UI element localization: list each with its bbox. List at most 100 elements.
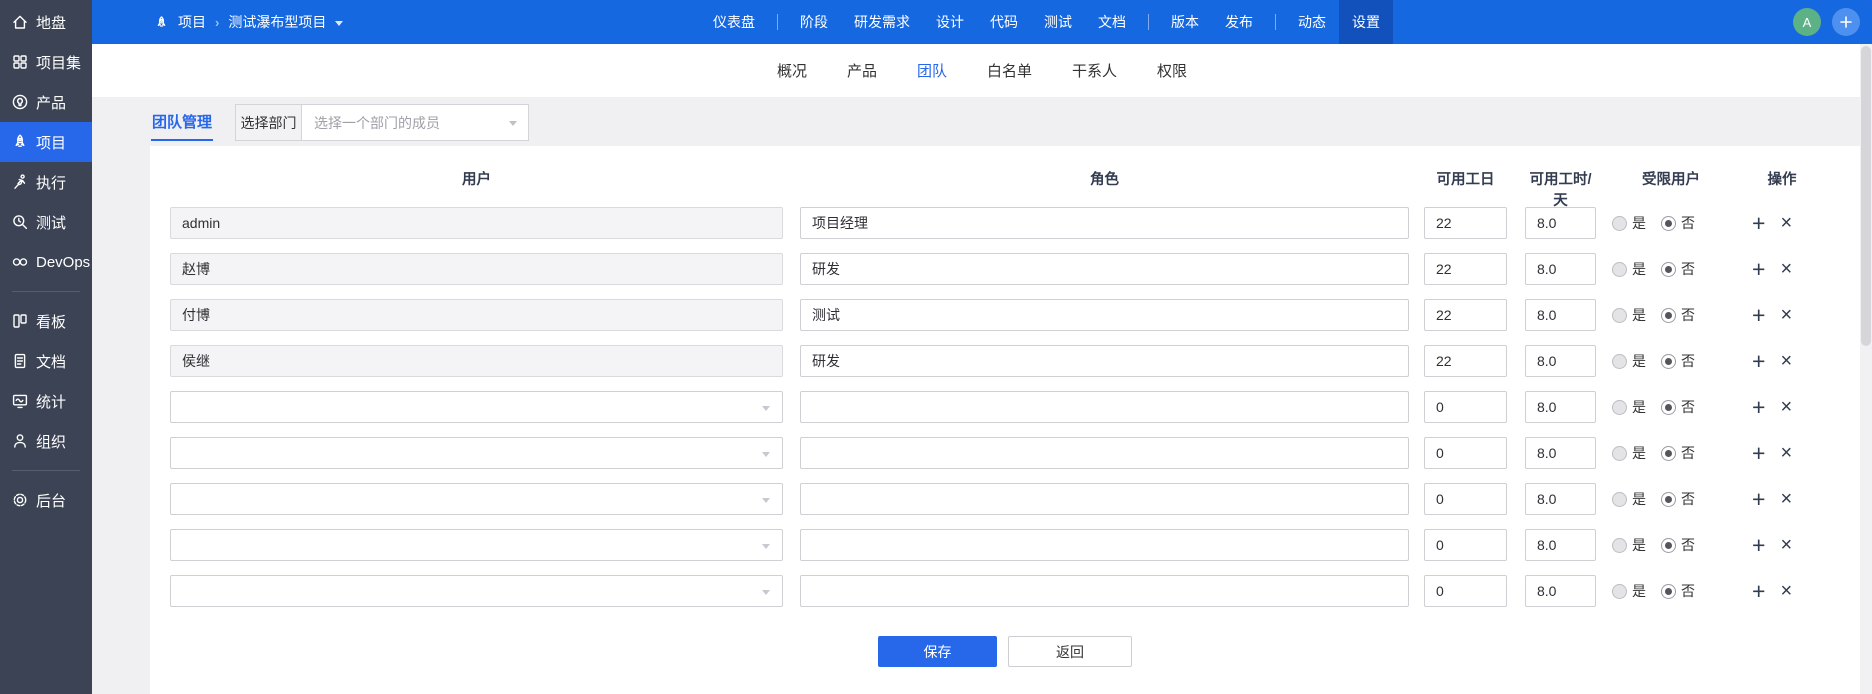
limited-no-radio[interactable]: 否: [1661, 443, 1695, 463]
topbar-menu-item[interactable]: 设置: [1339, 0, 1393, 44]
limited-no-radio[interactable]: 否: [1661, 305, 1695, 325]
subnav-item[interactable]: 干系人: [1072, 60, 1117, 81]
topbar-menu-item[interactable]: 发布: [1212, 0, 1266, 44]
sidebar-item-kanban[interactable]: 看板: [0, 301, 92, 341]
limited-no-radio[interactable]: 否: [1661, 397, 1695, 417]
user-select[interactable]: [170, 391, 783, 423]
topbar-menu-item[interactable]: 文档: [1085, 0, 1139, 44]
remove-row-icon[interactable]: ×: [1780, 259, 1792, 279]
workdays-input[interactable]: [1424, 299, 1507, 331]
user-input[interactable]: [170, 345, 783, 377]
remove-row-icon[interactable]: ×: [1780, 489, 1792, 509]
subnav-item[interactable]: 产品: [847, 60, 877, 81]
create-button[interactable]: [1832, 8, 1860, 36]
sidebar-item-org[interactable]: 组织: [0, 421, 92, 461]
remove-row-icon[interactable]: ×: [1780, 581, 1792, 601]
user-select[interactable]: [170, 483, 783, 515]
workhours-input[interactable]: [1525, 345, 1596, 377]
add-row-icon[interactable]: +: [1752, 488, 1765, 511]
workdays-input[interactable]: [1424, 437, 1507, 469]
workdays-input[interactable]: [1424, 529, 1507, 561]
sidebar-item-product[interactable]: 产品: [0, 82, 92, 122]
breadcrumb-section[interactable]: 项目: [178, 12, 206, 32]
workdays-input[interactable]: [1424, 391, 1507, 423]
user-select[interactable]: [170, 437, 783, 469]
subnav-item[interactable]: 团队: [917, 60, 947, 81]
workhours-input[interactable]: [1525, 437, 1596, 469]
sidebar-item-admin[interactable]: 后台: [0, 480, 92, 520]
remove-row-icon[interactable]: ×: [1780, 443, 1792, 463]
sidebar-item-program[interactable]: 项目集: [0, 42, 92, 82]
sidebar-item-project[interactable]: 项目: [0, 122, 92, 162]
limited-yes-radio[interactable]: 是: [1612, 305, 1646, 325]
workhours-input[interactable]: [1525, 529, 1596, 561]
add-row-icon[interactable]: +: [1752, 212, 1765, 235]
limited-yes-radio[interactable]: 是: [1612, 443, 1646, 463]
topbar-menu-item[interactable]: 阶段: [787, 0, 841, 44]
workhours-input[interactable]: [1525, 483, 1596, 515]
user-select[interactable]: [170, 529, 783, 561]
workdays-input[interactable]: [1424, 575, 1507, 607]
limited-no-radio[interactable]: 否: [1661, 351, 1695, 371]
workdays-input[interactable]: [1424, 483, 1507, 515]
topbar-menu-item[interactable]: 版本: [1158, 0, 1212, 44]
limited-no-radio[interactable]: 否: [1661, 213, 1695, 233]
limited-yes-radio[interactable]: 是: [1612, 397, 1646, 417]
topbar-menu-item[interactable]: 设计: [923, 0, 977, 44]
back-button[interactable]: 返回: [1008, 636, 1132, 667]
topbar-menu-item[interactable]: 代码: [977, 0, 1031, 44]
role-input[interactable]: [800, 437, 1409, 469]
topbar-menu-item[interactable]: 动态: [1285, 0, 1339, 44]
sidebar-item-qa[interactable]: 测试: [0, 202, 92, 242]
role-input[interactable]: [800, 345, 1409, 377]
add-row-icon[interactable]: +: [1752, 396, 1765, 419]
limited-no-radio[interactable]: 否: [1661, 259, 1695, 279]
sidebar-item-doc[interactable]: 文档: [0, 341, 92, 381]
role-input[interactable]: [800, 207, 1409, 239]
limited-yes-radio[interactable]: 是: [1612, 581, 1646, 601]
sidebar-item-execution[interactable]: 执行: [0, 162, 92, 202]
workdays-input[interactable]: [1424, 345, 1507, 377]
remove-row-icon[interactable]: ×: [1780, 305, 1792, 325]
add-row-icon[interactable]: +: [1752, 534, 1765, 557]
breadcrumb-project[interactable]: 测试瀑布型项目: [228, 12, 326, 32]
role-input[interactable]: [800, 483, 1409, 515]
subnav-item[interactable]: 概况: [777, 60, 807, 81]
user-input[interactable]: [170, 299, 783, 331]
workdays-input[interactable]: [1424, 253, 1507, 285]
role-input[interactable]: [800, 299, 1409, 331]
limited-yes-radio[interactable]: 是: [1612, 213, 1646, 233]
add-row-icon[interactable]: +: [1752, 350, 1765, 373]
topbar-menu-item[interactable]: 测试: [1031, 0, 1085, 44]
workhours-input[interactable]: [1525, 575, 1596, 607]
workhours-input[interactable]: [1525, 391, 1596, 423]
limited-yes-radio[interactable]: 是: [1612, 351, 1646, 371]
avatar[interactable]: A: [1793, 8, 1821, 36]
topbar-menu-item[interactable]: 研发需求: [841, 0, 923, 44]
limited-no-radio[interactable]: 否: [1661, 581, 1695, 601]
add-row-icon[interactable]: +: [1752, 580, 1765, 603]
sidebar-item-devops[interactable]: DevOps: [0, 242, 92, 282]
remove-row-icon[interactable]: ×: [1780, 351, 1792, 371]
department-member-select[interactable]: 选择一个部门的成员: [302, 104, 529, 141]
scrollbar-thumb[interactable]: [1861, 46, 1871, 346]
role-input[interactable]: [800, 253, 1409, 285]
user-select[interactable]: [170, 575, 783, 607]
add-row-icon[interactable]: +: [1752, 304, 1765, 327]
remove-row-icon[interactable]: ×: [1780, 213, 1792, 233]
limited-yes-radio[interactable]: 是: [1612, 259, 1646, 279]
workhours-input[interactable]: [1525, 207, 1596, 239]
user-input[interactable]: [170, 253, 783, 285]
limited-no-radio[interactable]: 否: [1661, 535, 1695, 555]
sidebar-item-home[interactable]: 地盘: [0, 2, 92, 42]
sidebar-item-stats[interactable]: 统计: [0, 381, 92, 421]
role-input[interactable]: [800, 391, 1409, 423]
workhours-input[interactable]: [1525, 253, 1596, 285]
role-input[interactable]: [800, 575, 1409, 607]
limited-no-radio[interactable]: 否: [1661, 489, 1695, 509]
add-row-icon[interactable]: +: [1752, 258, 1765, 281]
save-button[interactable]: 保存: [878, 636, 997, 667]
workdays-input[interactable]: [1424, 207, 1507, 239]
subnav-item[interactable]: 白名单: [987, 60, 1032, 81]
tab-team-manage[interactable]: 团队管理: [151, 104, 213, 141]
